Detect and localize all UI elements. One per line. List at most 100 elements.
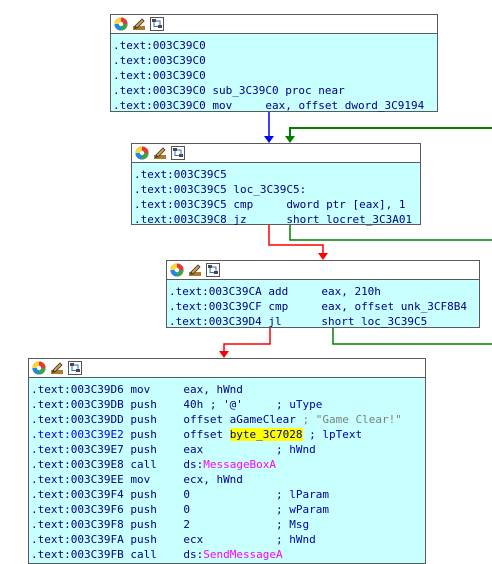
code-line[interactable]: .text:003C39CA add eax, 210h	[167, 284, 479, 299]
code-line[interactable]: .text:003C39C0	[111, 68, 437, 83]
instruction-operand: eax, hWnd	[183, 383, 243, 396]
code-line[interactable]: .text:003C39D6 mov eax, hWnd	[29, 382, 425, 397]
instruction-mnemonic: push	[130, 413, 184, 426]
code-block-3c39c0[interactable]: .text:003C39C0 .text:003C39C0 .text:003C39…	[110, 14, 438, 112]
code-line[interactable]: .text:003C39D4 jl short loc_3C39C5	[167, 314, 479, 329]
instruction-operand: eax, offset dword_3C9194	[265, 99, 425, 112]
line-address: .text:003C39E7	[31, 443, 124, 456]
instruction-mnemonic: mov	[212, 99, 266, 112]
instruction-mnemonic: call	[130, 548, 184, 561]
line-comment: ; Msg	[189, 518, 310, 531]
line-address: .text:003C39F4	[31, 488, 124, 501]
code-line[interactable]: .text:003C39FA push ecx ; hWnd	[29, 532, 425, 547]
instruction-mnemonic: push	[130, 398, 184, 411]
graph-icon[interactable]	[171, 146, 185, 160]
instruction-operand: offset	[183, 428, 230, 441]
line-address: .text:003C39C5	[134, 198, 227, 211]
code-line[interactable]: .text:003C39C5 cmp dword ptr [eax], 1	[132, 197, 420, 212]
line-address: .text:003C39C5	[134, 168, 227, 181]
edge-arrowhead	[219, 351, 229, 358]
code-line[interactable]: .text:003C39CF cmp eax, offset unk_3CF8B…	[167, 299, 479, 314]
instruction-mnemonic: jz	[233, 213, 287, 226]
line-comment: ; hWnd	[203, 443, 316, 456]
palette-icon[interactable]	[135, 146, 149, 160]
instruction-mnemonic: push	[130, 443, 184, 456]
edge-jl-true	[332, 328, 492, 345]
line-comment: ; lParam	[189, 488, 330, 501]
code-line[interactable]: .text:003C39F8 push 2 ; Msg	[29, 517, 425, 532]
line-address: .text:003C39C8	[134, 213, 227, 226]
graph-icon[interactable]	[68, 361, 82, 375]
line-address: .text:003C39C0	[113, 99, 206, 112]
edge-jl-false	[223, 328, 271, 354]
code-line[interactable]: .text:003C39E8 call ds:MessageBoxA	[29, 457, 425, 472]
code-line[interactable]: .text:003C39DD push offset aGameClear ; …	[29, 412, 425, 427]
code-block-3c39c5[interactable]: .text:003C39C5 .text:003C39C5 loc_3C39C5:…	[131, 143, 421, 227]
line-label: sub_3C39C0 proc near	[205, 84, 345, 97]
instruction-mnemonic: cmp	[233, 198, 287, 211]
instruction-mnemonic: add	[268, 285, 322, 298]
block-header	[167, 261, 479, 280]
code-line[interactable]: .text:003C39C0 mov eax, offset dword_3C9…	[111, 98, 437, 113]
block-body: .text:003C39D6 mov eax, hWnd .text:003C39…	[29, 378, 425, 562]
graph-icon[interactable]	[206, 263, 220, 277]
code-line[interactable]: .text:003C39F4 push 0 ; lParam	[29, 487, 425, 502]
instruction-operand: short locret_3C3A01	[286, 213, 413, 226]
line-address: .text:003C39FB	[31, 548, 124, 561]
palette-icon[interactable]	[32, 361, 46, 375]
instruction-operand: ds:	[183, 548, 204, 561]
block-header	[132, 144, 420, 163]
line-address: .text:003C39C5	[134, 183, 227, 196]
highlighted-symbol[interactable]: byte_3C7028	[229, 428, 303, 441]
block-header	[111, 15, 437, 34]
code-line[interactable]: .text:003C39C0 sub_3C39C0 proc near	[111, 83, 437, 98]
edge-jz-true	[289, 225, 492, 241]
instruction-operand: ecx, hWnd	[183, 473, 243, 486]
edge-loop-back	[289, 127, 492, 140]
code-line[interactable]: .text:003C39FB call ds:SendMessageA	[29, 547, 425, 562]
code-line[interactable]: .text:003C39C5 loc_3C39C5:	[132, 182, 420, 197]
code-line[interactable]: .text:003C39DB push 40h ; '@' ; uType	[29, 397, 425, 412]
code-line[interactable]: .text:003C39E2 push offset byte_3C7028 ;…	[29, 427, 425, 442]
api-function-name[interactable]: SendMessageA	[203, 548, 282, 561]
edit-icon[interactable]	[153, 146, 167, 160]
code-line[interactable]: .text:003C39E7 push eax ; hWnd	[29, 442, 425, 457]
instruction-operand: eax	[183, 443, 204, 456]
code-line[interactable]: .text:003C39C5	[132, 167, 420, 182]
line-address: .text:003C39FA	[31, 533, 124, 546]
instruction-operand: eax, 210h	[321, 285, 381, 298]
line-address: .text:003C39E2	[31, 428, 124, 441]
block-body: .text:003C39CA add eax, 210h .text:003C39…	[167, 280, 479, 329]
code-line[interactable]: .text:003C39F6 push 0 ; wParam	[29, 502, 425, 517]
line-address: .text:003C39CA	[169, 285, 262, 298]
instruction-operand: ecx	[183, 533, 204, 546]
api-function-name[interactable]: MessageBoxA	[203, 458, 276, 471]
instruction-operand: short loc_3C39C5	[321, 315, 428, 328]
instruction-operand: 2	[183, 518, 190, 531]
edit-icon[interactable]	[50, 361, 64, 375]
line-address: .text:003C39DD	[31, 413, 124, 426]
line-address: .text:003C39C0	[113, 69, 206, 82]
graph-icon[interactable]	[150, 17, 164, 31]
code-line[interactable]: .text:003C39C8 jz short locret_3C3A01	[132, 212, 420, 227]
string-comment: ; "Game Clear!"	[302, 413, 402, 426]
palette-icon[interactable]	[114, 17, 128, 31]
line-address: .text:003C39D6	[31, 383, 124, 396]
line-address: .text:003C39F6	[31, 503, 124, 516]
code-block-3c39d6[interactable]: .text:003C39D6 mov eax, hWnd .text:003C39…	[28, 358, 426, 564]
instruction-mnemonic: push	[130, 428, 184, 441]
code-block-3c39ca[interactable]: .text:003C39CA add eax, 210h .text:003C39…	[166, 260, 480, 328]
code-line[interactable]: .text:003C39EE mov ecx, hWnd	[29, 472, 425, 487]
edge-arrowhead	[264, 136, 274, 143]
code-line[interactable]: .text:003C39C0	[111, 53, 437, 68]
edit-icon[interactable]	[188, 263, 202, 277]
code-line[interactable]: .text:003C39C0	[111, 38, 437, 53]
edit-icon[interactable]	[132, 17, 146, 31]
instruction-operand: eax, offset unk_3CF8B4	[321, 300, 468, 313]
instruction-mnemonic: cmp	[268, 300, 322, 313]
block-body: .text:003C39C5 .text:003C39C5 loc_3C39C5:…	[132, 163, 420, 227]
palette-icon[interactable]	[170, 263, 184, 277]
line-address: .text:003C39F8	[31, 518, 124, 531]
block-header	[29, 359, 425, 378]
instruction-operand: dword ptr [eax], 1	[286, 198, 406, 211]
